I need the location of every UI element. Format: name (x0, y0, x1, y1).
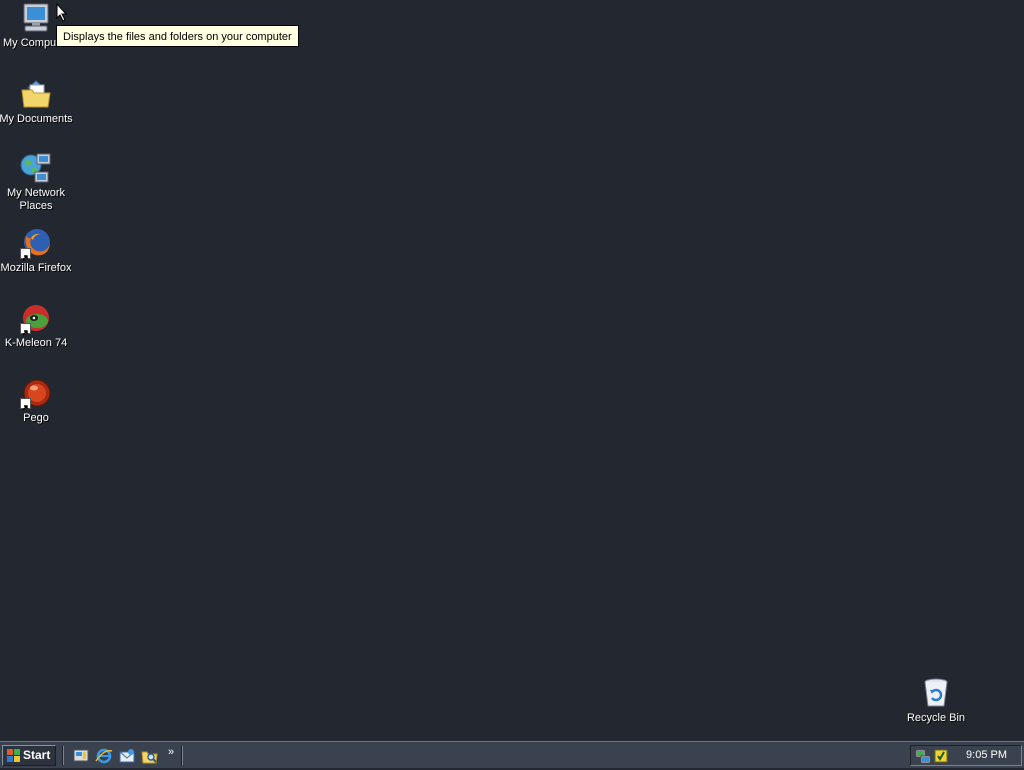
windows-logo-icon (7, 749, 20, 762)
pego-icon (20, 377, 52, 411)
security-shield-icon[interactable] (933, 748, 949, 764)
recycle-bin-label: Recycle Bin (906, 712, 966, 724)
taskbar: Start » 9:05 PM (0, 741, 1024, 768)
k-meleon-icon (20, 302, 52, 336)
recycle-bin-icon (920, 677, 952, 709)
desktop-icon-network-places[interactable]: My Network Places (0, 152, 73, 213)
taskbar-separator (62, 746, 64, 765)
mouse-cursor-icon (56, 2, 68, 22)
quick-launch-overflow-button[interactable]: » (168, 745, 174, 759)
desktop-icon-recycle-bin[interactable]: Recycle Bin (899, 677, 973, 725)
system-tray: 9:05 PM (910, 745, 1022, 766)
my-documents-icon (20, 78, 52, 110)
clock[interactable]: 9:05 PM (966, 746, 1007, 765)
desktop-icon-label: My Network Places (6, 187, 66, 212)
shortcut-arrow-icon (20, 323, 31, 336)
tooltip: Displays the files and folders on your c… (56, 25, 299, 47)
desktop[interactable]: My Computer My Documents My Network Plac… (0, 0, 1024, 741)
internet-explorer-icon[interactable] (95, 747, 113, 765)
network-connection-icon[interactable] (915, 748, 931, 764)
desktop-icon-label: K-Meleon 74 (4, 337, 68, 349)
explorer-search-icon[interactable] (141, 747, 159, 765)
network-places-icon (20, 152, 52, 184)
desktop-icon-pego[interactable]: Pego (0, 377, 73, 425)
desktop-icon-my-documents[interactable]: My Documents (0, 78, 73, 126)
start-button[interactable]: Start (2, 745, 56, 766)
my-computer-icon (20, 2, 52, 34)
shortcut-arrow-icon (20, 248, 31, 261)
desktop-icon-k-meleon[interactable]: K-Meleon 74 (0, 302, 73, 350)
taskbar-separator (181, 746, 183, 765)
desktop-icon-label: Mozilla Firefox (0, 262, 72, 274)
firefox-icon (20, 227, 52, 261)
outlook-express-icon[interactable] (118, 747, 136, 765)
desktop-icon-label: Pego (23, 412, 49, 424)
desktop-icon-label: My Documents (0, 113, 73, 125)
show-desktop-icon[interactable] (72, 747, 90, 765)
shortcut-arrow-icon (20, 398, 31, 411)
start-label: Start (23, 748, 51, 762)
desktop-icon-firefox[interactable]: Mozilla Firefox (0, 227, 73, 275)
